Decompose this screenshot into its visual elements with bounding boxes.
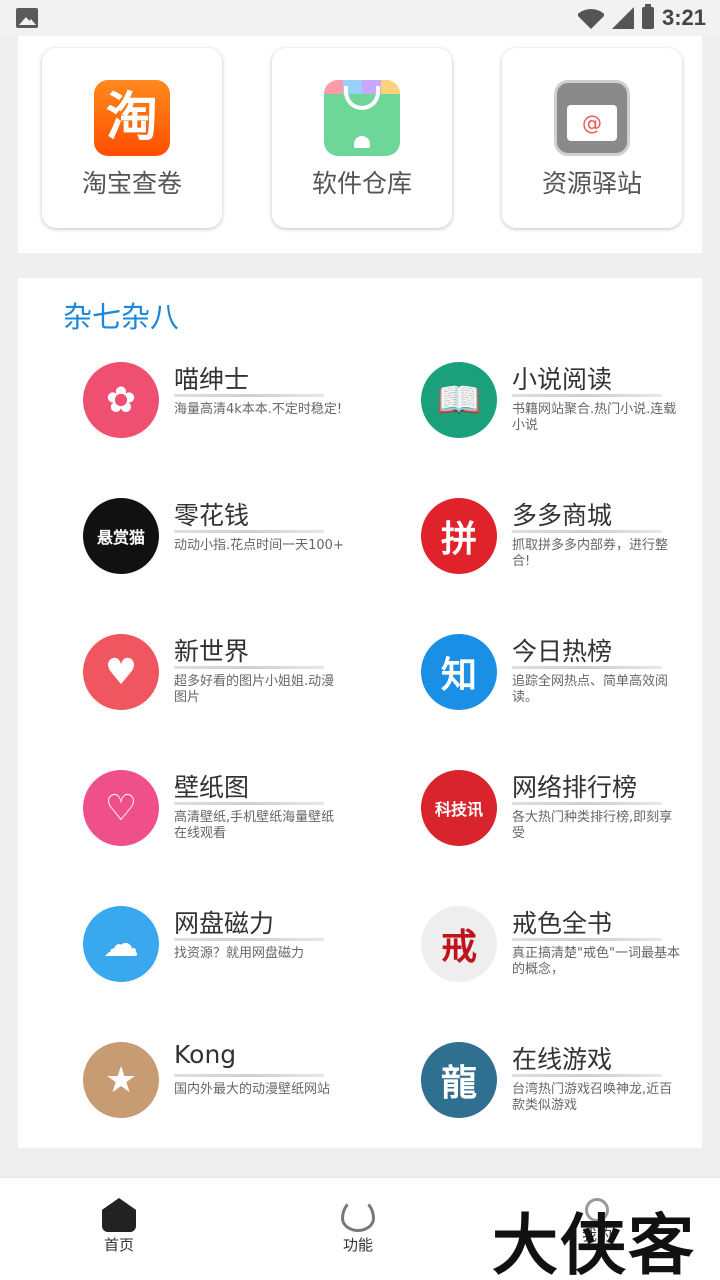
- list-item[interactable]: ♥ 新世界超多好看的图片小姐姐.动漫图片: [83, 634, 383, 744]
- item-description: 找资源？就用网盘磁力: [174, 946, 305, 961]
- battery-icon: [641, 4, 654, 29]
- item-icon: 📖: [421, 362, 497, 438]
- list-item[interactable]: 📖 小说阅读书籍网站聚合.热门小说.连载小说: [421, 362, 720, 472]
- misc-section-card: 杂七杂八 ✿ 喵绅士海量高清4k本本.不定时稳定! 📖 小说阅读书籍网站聚合.热门小说…: [18, 278, 702, 1148]
- nav-label: 功能: [342, 1236, 373, 1254]
- item-icon: 悬赏猫: [83, 498, 159, 574]
- item-icon: ♥: [83, 634, 159, 710]
- item-icon: ★: [83, 1042, 159, 1118]
- item-description: 台湾热门游戏召唤神龙,近百款类似游戏: [512, 1082, 673, 1113]
- item-divider: [512, 1074, 662, 1077]
- nav-features[interactable]: 功能: [318, 1198, 398, 1255]
- app-tile-software-store[interactable]: 软件仓库: [272, 48, 452, 228]
- item-description: 高清壁纸,手机壁纸海量壁纸在线观看: [174, 810, 335, 841]
- item-name: 小说阅读: [512, 365, 613, 394]
- list-item[interactable]: ★ Kong 国内外最大的动漫壁纸网站: [83, 1040, 383, 1152]
- nav-label: 首页: [103, 1236, 134, 1254]
- item-icon: 科技讯: [421, 770, 497, 846]
- home-icon: [102, 1198, 136, 1232]
- item-description: 各大热门种类排行榜,即刻享受: [512, 810, 673, 841]
- list-item[interactable]: 戒戒色全书真正搞清楚"戒色"一词最基本的概念，: [421, 906, 720, 1016]
- list-item[interactable]: 悬赏猫 零花钱动动小指.花点时间一天100+: [83, 498, 383, 608]
- item-divider: [512, 394, 662, 397]
- item-divider: [512, 802, 662, 805]
- item-name: 今日热榜: [512, 637, 613, 666]
- item-divider: [174, 666, 324, 669]
- item-icon: 戒: [421, 906, 497, 982]
- item-divider: [512, 938, 662, 941]
- software-store-icon: [324, 80, 400, 156]
- item-name: 在线游戏: [512, 1045, 613, 1074]
- resource-station-icon: @: [554, 80, 630, 156]
- nav-home[interactable]: 首页: [79, 1198, 159, 1255]
- item-icon: ☁: [83, 906, 159, 982]
- list-item[interactable]: 科技讯 网络排行榜各大热门种类排行榜,即刻享受: [421, 770, 720, 880]
- list-item[interactable]: 拼多多商城抓取拼多多内部券，进行整合!: [421, 498, 720, 608]
- list-item[interactable]: 知今日热榜追踪全网热点、简单高效阅读。: [421, 634, 720, 744]
- item-name: 多多商城: [512, 501, 613, 530]
- item-name: 戒色全书: [512, 909, 613, 938]
- item-description: 国内外最大的动漫壁纸网站: [174, 1082, 331, 1097]
- app-tile-resource-station[interactable]: @ 资源驿站: [502, 48, 682, 228]
- item-description: 追踪全网热点、简单高效阅读。: [512, 674, 669, 705]
- item-name: 零花钱: [174, 501, 250, 530]
- item-name: 新世界: [174, 637, 250, 666]
- item-name: 网盘磁力: [174, 909, 275, 938]
- item-name: Kong: [174, 1040, 237, 1069]
- item-divider: [512, 666, 662, 669]
- item-icon: 知: [421, 634, 497, 710]
- signal-icon: [611, 7, 634, 29]
- item-icon: 拼: [421, 498, 497, 574]
- app-tile-label: 软件仓库: [311, 169, 412, 198]
- item-divider: [512, 530, 662, 533]
- item-divider: [174, 394, 324, 397]
- item-name: 壁纸图: [174, 773, 250, 802]
- list-item[interactable]: ✿ 喵绅士海量高清4k本本.不定时稳定!: [83, 362, 383, 472]
- item-name: 喵绅士: [174, 365, 250, 394]
- item-divider: [174, 938, 324, 941]
- section-title: 杂七杂八: [63, 300, 180, 334]
- item-description: 超多好看的图片小姐姐.动漫图片: [174, 674, 335, 705]
- featured-apps-card: 淘 淘宝查卷 软件仓库 @ 资源驿站: [18, 36, 702, 253]
- item-divider: [174, 802, 324, 805]
- gallery-icon: [16, 8, 38, 28]
- item-name: 网络排行榜: [512, 773, 638, 802]
- item-divider: [174, 1074, 324, 1077]
- app-tile-taobao[interactable]: 淘 淘宝查卷: [42, 48, 222, 228]
- item-description: 抓取拼多多内部券，进行整合!: [512, 538, 669, 569]
- item-description: 海量高清4k本本.不定时稳定!: [174, 402, 343, 417]
- app-tile-label: 资源驿站: [541, 169, 642, 198]
- taobao-icon: 淘: [94, 80, 170, 156]
- list-item[interactable]: 龍在线游戏台湾热门游戏召唤神龙,近百款类似游戏: [421, 1042, 720, 1152]
- item-icon: 龍: [421, 1042, 497, 1118]
- item-description: 动动小指.花点时间一天100+: [174, 538, 344, 553]
- status-bar: 3:21: [0, 0, 720, 36]
- wifi-icon: [578, 7, 604, 29]
- item-description: 书籍网站聚合.热门小说.连载小说: [512, 402, 677, 433]
- clock: 3:21: [661, 5, 706, 30]
- list-item[interactable]: ☁ 网盘磁力找资源？就用网盘磁力: [83, 906, 383, 1016]
- item-icon: ✿: [83, 362, 159, 438]
- item-icon: ♡: [83, 770, 159, 846]
- list-item[interactable]: ♡ 壁纸图高清壁纸,手机壁纸海量壁纸在线观看: [83, 770, 383, 880]
- fire-icon: [341, 1198, 375, 1232]
- item-divider: [174, 530, 324, 533]
- item-description: 真正搞清楚"戒色"一词最基本的概念，: [512, 946, 680, 977]
- watermark-logo: 大侠客: [492, 1206, 696, 1280]
- app-tile-label: 淘宝查卷: [81, 169, 182, 198]
